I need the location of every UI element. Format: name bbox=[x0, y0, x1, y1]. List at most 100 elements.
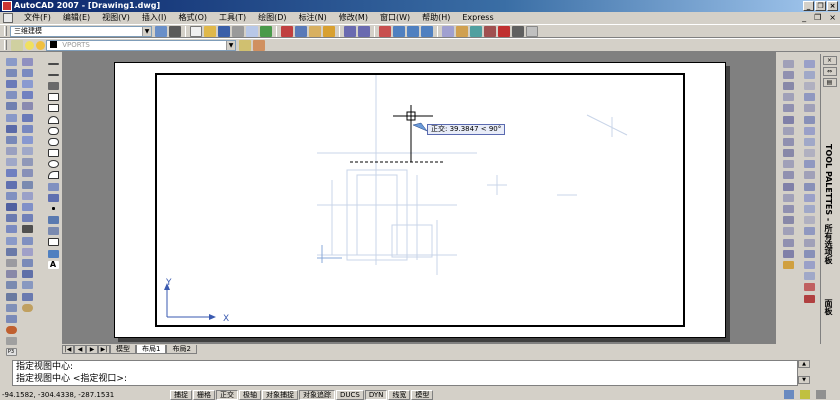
lineweight-toggle[interactable]: 线宽 bbox=[388, 389, 411, 400]
snap-toggle[interactable]: 捕捉 bbox=[170, 389, 192, 400]
chevron-down-icon[interactable]: ▼ bbox=[142, 26, 151, 36]
palette-tool-icon[interactable] bbox=[803, 59, 815, 68]
3d-array-icon[interactable] bbox=[5, 292, 17, 301]
palette-tool-icon[interactable] bbox=[803, 283, 815, 292]
section-icon[interactable] bbox=[5, 247, 17, 256]
presspull-icon[interactable] bbox=[5, 158, 17, 167]
properties-icon[interactable] bbox=[442, 25, 454, 37]
linear-dimension-icon[interactable] bbox=[782, 59, 794, 68]
loft-icon[interactable] bbox=[5, 191, 17, 200]
trim-icon[interactable] bbox=[21, 158, 33, 167]
gradient-icon[interactable] bbox=[47, 227, 59, 236]
palette-tool-icon[interactable] bbox=[803, 126, 815, 135]
palette-tool-icon[interactable] bbox=[803, 115, 815, 124]
pan-icon[interactable] bbox=[379, 25, 391, 37]
tab-model[interactable]: 模型 bbox=[110, 345, 136, 354]
plot-preview-icon[interactable] bbox=[246, 25, 258, 37]
join-icon[interactable] bbox=[21, 191, 33, 200]
palette-tool-icon[interactable] bbox=[803, 272, 815, 281]
edit-text-icon[interactable] bbox=[21, 270, 33, 279]
center-mark-icon[interactable] bbox=[782, 205, 794, 214]
union-icon[interactable] bbox=[5, 203, 17, 212]
p3-icon[interactable]: P3 bbox=[5, 348, 17, 357]
quick-leader-icon[interactable] bbox=[782, 182, 794, 191]
3d-rotate-icon[interactable] bbox=[5, 270, 17, 279]
rectangle-icon[interactable] bbox=[47, 104, 59, 113]
palette-tool-icon[interactable] bbox=[803, 294, 815, 303]
continue-dimension-icon[interactable] bbox=[782, 171, 794, 180]
palette-tool-icon[interactable] bbox=[803, 205, 815, 214]
ellipse-icon[interactable] bbox=[47, 160, 59, 169]
clean-screen-icon[interactable] bbox=[816, 390, 826, 399]
doc-close-icon[interactable]: × bbox=[829, 12, 836, 24]
insert-block-icon[interactable] bbox=[47, 182, 59, 191]
edit-spline-icon[interactable] bbox=[21, 247, 33, 256]
hatch-icon[interactable] bbox=[47, 216, 59, 225]
torus-icon[interactable] bbox=[5, 113, 17, 122]
table-icon[interactable] bbox=[47, 249, 59, 258]
coordinate-readout[interactable]: -94.1582, -304.4338, -287.1531 bbox=[0, 391, 170, 399]
scale-icon[interactable] bbox=[21, 135, 33, 144]
arc-length-icon[interactable] bbox=[782, 81, 794, 90]
revision-cloud-icon[interactable] bbox=[47, 137, 59, 146]
pyramid-icon[interactable] bbox=[5, 124, 17, 133]
menu-tools[interactable]: 工具(T) bbox=[213, 12, 252, 24]
first-tab-icon[interactable]: |◀ bbox=[62, 345, 74, 354]
ellipse-arc-icon[interactable] bbox=[47, 171, 59, 180]
next-tab-icon[interactable]: ▶ bbox=[86, 345, 98, 354]
scroll-up-icon[interactable]: ▲ bbox=[798, 360, 810, 368]
3d-align-icon[interactable] bbox=[5, 281, 17, 290]
box-icon[interactable] bbox=[5, 57, 17, 66]
minimize-icon[interactable]: _ bbox=[803, 1, 814, 11]
light-icon[interactable] bbox=[21, 303, 33, 312]
radius-dimension-icon[interactable] bbox=[782, 104, 794, 113]
workspace-save-icon[interactable] bbox=[169, 25, 181, 37]
dimension-update-icon[interactable] bbox=[782, 238, 794, 247]
palette-tool-icon[interactable] bbox=[803, 160, 815, 169]
palette-tab-panel[interactable]: 面板 bbox=[823, 299, 834, 315]
communication-center-icon[interactable] bbox=[784, 390, 794, 399]
text-icon[interactable]: A bbox=[47, 260, 59, 269]
menu-window[interactable]: 窗口(W) bbox=[374, 12, 416, 24]
print-icon[interactable] bbox=[232, 25, 244, 37]
save-icon[interactable] bbox=[218, 25, 230, 37]
make-block-icon[interactable] bbox=[47, 193, 59, 202]
palette-tool-icon[interactable] bbox=[803, 182, 815, 191]
point-icon[interactable] bbox=[51, 207, 55, 211]
intersect-icon[interactable] bbox=[5, 225, 17, 234]
tool-palettes-icon[interactable] bbox=[470, 25, 482, 37]
visual-style-icon[interactable] bbox=[5, 303, 17, 312]
toolbar-grip[interactable] bbox=[4, 26, 7, 36]
materials-icon[interactable] bbox=[5, 326, 17, 335]
match-properties-icon[interactable] bbox=[323, 25, 335, 37]
command-scrollbar[interactable]: ▲ ▼ bbox=[798, 360, 810, 386]
workspace-settings-icon[interactable] bbox=[155, 25, 167, 37]
offset-icon[interactable] bbox=[21, 91, 33, 100]
dimension-text-edit-icon[interactable] bbox=[782, 227, 794, 236]
help-icon[interactable] bbox=[526, 25, 538, 37]
restore-icon[interactable]: ❐ bbox=[815, 1, 826, 11]
array-icon[interactable] bbox=[21, 102, 33, 111]
menu-insert[interactable]: 插入(I) bbox=[136, 12, 173, 24]
edit-polyline-icon[interactable] bbox=[21, 236, 33, 245]
open-icon[interactable] bbox=[204, 25, 216, 37]
zoom-previous-icon[interactable] bbox=[421, 25, 433, 37]
dimension-style-icon[interactable] bbox=[782, 249, 794, 258]
close-icon[interactable]: × bbox=[827, 1, 838, 11]
last-tab-icon[interactable]: ▶| bbox=[98, 345, 110, 354]
lock-icon[interactable] bbox=[800, 390, 810, 399]
copy-icon[interactable] bbox=[295, 25, 307, 37]
rotate-icon[interactable] bbox=[21, 124, 33, 133]
tab-layout2[interactable]: 布局2 bbox=[166, 345, 197, 354]
undo-icon[interactable] bbox=[344, 25, 356, 37]
polysolid-icon[interactable] bbox=[5, 135, 17, 144]
layer-previous-icon[interactable] bbox=[253, 39, 265, 51]
break-icon[interactable] bbox=[21, 180, 33, 189]
menu-view[interactable]: 视图(V) bbox=[96, 12, 136, 24]
layer-freeze-icon[interactable] bbox=[36, 40, 45, 50]
palette-tool-icon[interactable] bbox=[803, 70, 815, 79]
zoom-icon[interactable] bbox=[393, 25, 405, 37]
region-icon[interactable] bbox=[47, 238, 59, 247]
sphere-icon[interactable] bbox=[5, 68, 17, 77]
properties-icon[interactable] bbox=[21, 281, 33, 290]
